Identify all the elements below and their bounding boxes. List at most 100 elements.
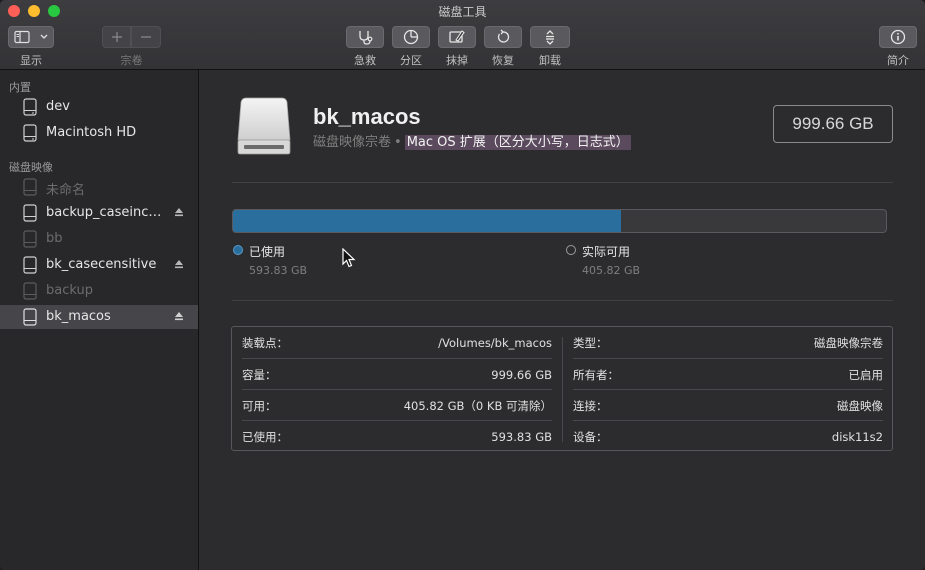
internal-disk-icon [23,124,37,142]
header-divider [232,182,893,183]
sidebar-item-bb[interactable]: bb [0,227,198,251]
disk-image-icon [23,230,37,248]
external-drive-icon [237,97,291,155]
view-button[interactable] [8,26,54,48]
erase-label: 抹掉 [446,54,468,67]
usage-bar [232,209,887,233]
info-value: 磁盘映像 [837,398,883,413]
used-legend-value: 593.83 GB [249,264,308,277]
sidebar-heading-disk-images: 磁盘映像 [9,161,53,174]
sidebar-item-label: dev [46,99,70,114]
mouse-cursor-icon [342,248,356,268]
sidebar-item-bk-casecensitive[interactable]: bk_casecensitive [0,253,198,277]
minus-icon [141,36,151,38]
info-value: 999.66 GB [491,367,552,382]
eraser-icon [449,30,465,43]
free-legend-label: 实际可用 [582,245,631,259]
info-row-available: 可用： 405.82 GB（0 KB 可清除） [232,390,562,421]
info-icon [890,29,906,45]
info-key: 已使用： [242,429,288,444]
used-legend-label: 已使用 [249,245,286,259]
partition-button[interactable] [392,26,430,48]
restore-button[interactable] [484,26,522,48]
sidebar-item-backup-caseincensitive[interactable]: backup_caseincensitive [0,201,198,225]
sidebar-heading-internal: 内置 [9,81,31,94]
info-key: 设备： [573,429,608,444]
eject-icon[interactable] [174,311,184,321]
info-key: 所有者： [573,367,619,382]
sidebar-view-icon [14,30,48,44]
eject-icon[interactable] [174,207,184,217]
info-key: 装载点： [242,335,288,350]
sidebar-item-untitled[interactable]: 未命名 [0,175,198,199]
volume-name: bk_macos [313,104,421,129]
sidebar-item-label: 未命名 [46,183,86,198]
info-row-capacity: 容量： 999.66 GB [232,359,562,390]
info-row-mount-point: 装载点： /Volumes/bk_macos [232,327,562,358]
info-row-connection: 连接： 磁盘映像 [563,390,893,421]
info-value: 405.82 GB（0 KB 可清除） [403,398,552,413]
first-aid-button[interactable] [346,26,384,48]
first-aid-label: 急救 [354,54,376,67]
unmount-label: 卸载 [539,54,561,67]
capacity-badge: 999.66 GB [773,105,893,143]
restore-label: 恢复 [492,54,514,67]
info-button[interactable] [879,26,917,48]
window-title: 磁盘工具 [438,5,487,19]
disk-utility-window: 磁盘工具 显示 宗卷 急救 分区 抹掉 恢复 卸载 简介 内置 dev Maci… [0,0,925,570]
add-volume-button[interactable] [102,26,131,48]
info-key: 容量： [242,367,277,382]
info-row-used: 已使用： 593.83 GB [232,421,562,452]
volume-format: Mac OS 扩展（区分大小写，日志式） [404,135,631,150]
view-label: 显示 [20,54,42,67]
info-value: disk11s2 [831,429,883,444]
volume-label: 宗卷 [120,54,143,67]
free-legend-value: 405.82 GB [582,264,641,277]
disk-image-icon [23,256,37,274]
info-value: 已启用 [848,367,884,382]
sidebar-item-label: bk_casecensitive [46,257,157,272]
stethoscope-icon [359,31,373,45]
sidebar-item-bk-macos[interactable]: bk_macos [0,305,198,329]
volume-kind: 磁盘映像宗卷 [313,135,392,150]
info-row-device: 设备： disk11s2 [563,421,893,452]
eject-icon[interactable] [174,259,184,269]
sidebar-item-dev[interactable]: dev [0,95,198,119]
used-legend-swatch [233,245,243,255]
usage-bar-used [233,210,621,232]
sidebar-item-macintosh-hd[interactable]: Macintosh HD [0,121,198,145]
sidebar-item-label: Macintosh HD [46,125,137,140]
sidebar-item-label: backup [46,283,93,298]
unmount-icon [546,30,554,45]
info-row-type: 类型： 磁盘映像宗卷 [563,327,893,358]
partition-label: 分区 [400,54,422,67]
disk-image-icon [23,204,37,222]
free-legend-swatch [566,245,576,255]
disk-image-icon [23,282,37,300]
disk-image-icon [23,308,37,326]
volume-info-table: 装载点： /Volumes/bk_macos 容量： 999.66 GB 可用：… [231,326,893,451]
unmount-button[interactable] [530,26,570,48]
info-value: /Volumes/bk_macos [438,335,552,350]
sidebar: 内置 dev Macintosh HD 磁盘映像 未命名 backup_case… [0,70,199,570]
subtitle-separator: • [394,135,402,150]
restore-arrow-icon [497,29,510,43]
info-label: 简介 [887,54,909,67]
info-key: 连接： [573,398,608,413]
plus-icon [111,32,122,42]
sidebar-item-label: bb [46,231,63,246]
disk-image-icon [23,178,37,196]
main-panel: bk_macos 磁盘映像宗卷 • Mac OS 扩展（区分大小写，日志式） 999… [200,70,925,570]
sidebar-item-label: bk_macos [46,309,111,324]
internal-disk-icon [23,98,37,116]
sidebar-item-label: backup_caseincensitive [46,205,164,220]
erase-button[interactable] [438,26,476,48]
info-key: 类型： [573,335,608,350]
info-value: 593.83 GB [491,429,552,444]
volume-subtitle: 磁盘映像宗卷 • Mac OS 扩展（区分大小写，日志式） [313,131,631,150]
toolbar: 磁盘工具 显示 宗卷 急救 分区 抹掉 恢复 卸载 简介 [0,0,925,70]
info-row-owners: 所有者： 已启用 [563,359,893,390]
sidebar-item-backup[interactable]: backup [0,279,198,303]
remove-volume-button[interactable] [131,26,161,48]
usage-divider [232,300,893,301]
